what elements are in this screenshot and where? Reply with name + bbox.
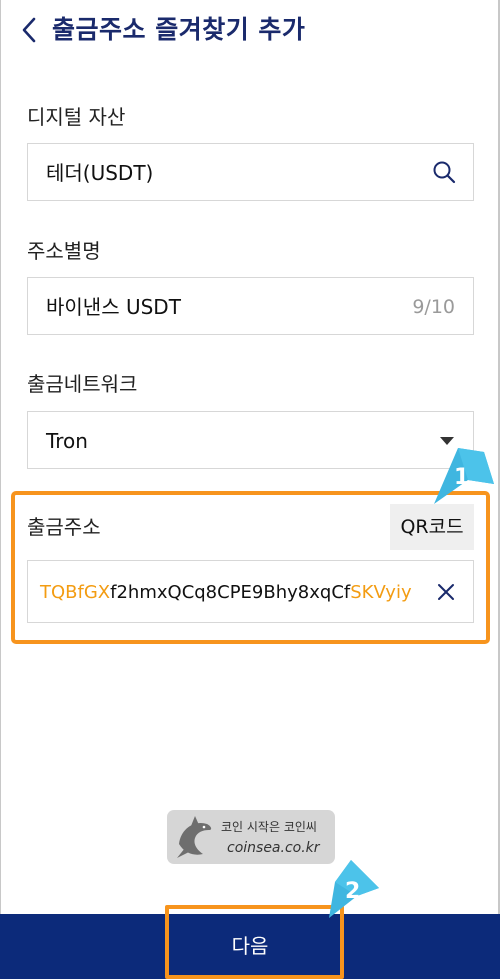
asset-select-field[interactable]: 테더(USDT) xyxy=(27,143,474,201)
header: 출금주소 즐겨찾기 추가 xyxy=(0,0,500,62)
network-dropdown[interactable]: Tron xyxy=(27,411,474,469)
step-2-number: 2 xyxy=(345,879,360,904)
step-2-pointer-icon: 2 xyxy=(329,860,379,918)
step-1-pointer-icon: 1 xyxy=(434,448,494,504)
chevron-left-icon xyxy=(22,17,36,43)
alias-value: 바이낸스 USDT xyxy=(46,295,181,319)
step-1-number: 1 xyxy=(454,465,469,490)
address-value: TQBfGXf2hmxQCq8CPE9Bhy8xqCfSKVyiy xyxy=(40,581,412,605)
watermark-domain: coinsea.co.kr xyxy=(227,840,320,856)
next-button[interactable]: 다음 xyxy=(0,914,500,979)
network-value: Tron xyxy=(46,429,88,453)
qr-code-button[interactable]: QR코드 xyxy=(390,504,474,550)
asset-value: 테더(USDT) xyxy=(46,161,154,185)
watermark: 코인 시작은 코인씨 coinsea.co.kr xyxy=(167,810,335,864)
watermark-slogan: 코인 시작은 코인씨 xyxy=(221,820,317,834)
close-icon[interactable] xyxy=(435,581,457,603)
frame-left-edge xyxy=(0,0,1,979)
address-label: 출금주소 xyxy=(27,515,101,539)
page-title: 출금주소 즐겨찾기 추가 xyxy=(52,15,306,44)
alias-input[interactable]: 바이낸스 USDT 9/10 xyxy=(27,277,474,335)
back-button[interactable] xyxy=(14,12,48,48)
alias-label: 주소별명 xyxy=(27,239,101,263)
asset-label: 디지털 자산 xyxy=(27,105,126,129)
address-middle: f2hmxQCq8CPE9Bhy8xqCf xyxy=(110,582,351,603)
alias-char-counter: 9/10 xyxy=(412,296,455,318)
address-suffix-highlight: SKVyiy xyxy=(350,582,412,603)
network-label: 출금네트워크 xyxy=(27,372,138,396)
address-input[interactable]: TQBfGXf2hmxQCq8CPE9Bhy8xqCfSKVyiy xyxy=(27,560,474,623)
address-prefix-highlight: TQBfGX xyxy=(40,582,111,603)
next-button-label: 다음 xyxy=(231,934,269,958)
dolphin-icon xyxy=(177,816,212,858)
search-icon[interactable] xyxy=(431,159,457,185)
